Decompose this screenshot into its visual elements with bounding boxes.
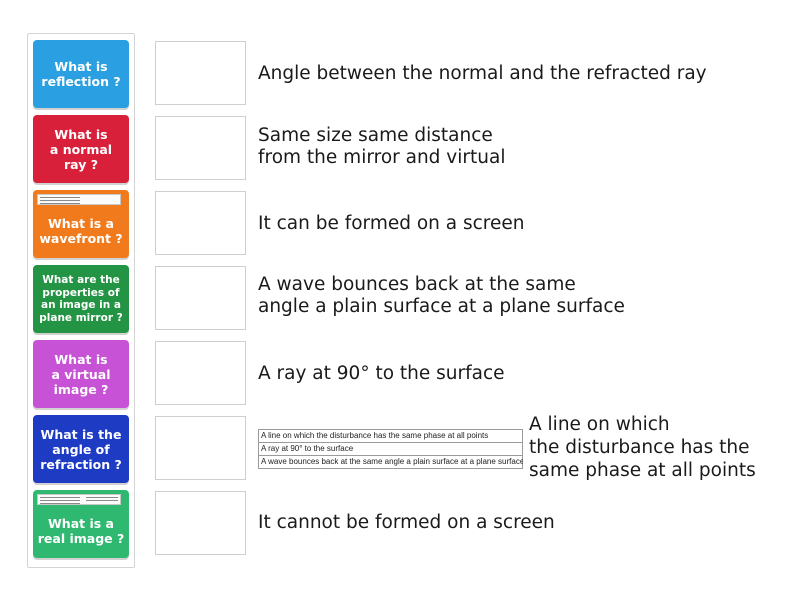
tile-label: What is reflection ?	[41, 59, 121, 89]
definition-1: Angle between the normal and the refract…	[258, 63, 707, 84]
tile-properties-plane-mirror-image[interactable]: What are the properties of an image in a…	[33, 265, 129, 333]
tile-what-is-a-normal-ray[interactable]: What is a normal ray ?	[33, 115, 129, 183]
definition-5: A ray at 90° to the surface	[258, 363, 505, 384]
image-text-row: A line on which the disturbance has the …	[258, 429, 523, 442]
tile-label: What is a virtual image ?	[51, 351, 111, 397]
match-activity: What is reflection ? What is a normal ra…	[0, 0, 800, 600]
drop-slot-7[interactable]	[155, 491, 246, 555]
definition-4: A wave bounces back at the same angle a …	[258, 274, 625, 317]
image-text-row: A wave bounces back at the same angle a …	[258, 455, 523, 469]
drop-slot-4[interactable]	[155, 266, 246, 330]
image-text-row: A ray at 90° to the surface	[258, 442, 523, 455]
definition-6: A line on which the disturbance has the …	[529, 414, 756, 481]
tile-label: What is the angle of refraction ?	[40, 426, 122, 472]
drop-slot-6[interactable]	[155, 416, 246, 480]
tile-what-is-a-virtual-image[interactable]: What is a virtual image ?	[33, 340, 129, 408]
definition-7: It cannot be formed on a screen	[258, 512, 555, 533]
tile-angle-of-refraction[interactable]: What is the angle of refraction ?	[33, 415, 129, 483]
tile-label: What is a normal ray ?	[49, 126, 113, 172]
definition-2: Same size same distance from the mirror …	[258, 125, 506, 168]
drop-slot-3[interactable]	[155, 191, 246, 255]
definition-3: It can be formed on a screen	[258, 213, 525, 234]
drop-slot-5[interactable]	[155, 341, 246, 405]
tile-what-is-reflection[interactable]: What is reflection ?	[33, 40, 129, 108]
tile-what-is-a-real-image[interactable]: What is a real image ?	[33, 490, 129, 558]
image-thumbnail	[37, 194, 121, 205]
tile-label: What is a real image ?	[37, 516, 125, 546]
image-thumbnail	[37, 494, 121, 505]
definition-6-image: A line on which the disturbance has the …	[258, 429, 523, 471]
drop-slot-2[interactable]	[155, 116, 246, 180]
tile-label: What is a wavefront ?	[39, 216, 123, 246]
drop-slot-1[interactable]	[155, 41, 246, 105]
tile-label: What are the properties of an image in a…	[39, 274, 123, 324]
tile-what-is-a-wavefront[interactable]: What is a wavefront ?	[33, 190, 129, 258]
